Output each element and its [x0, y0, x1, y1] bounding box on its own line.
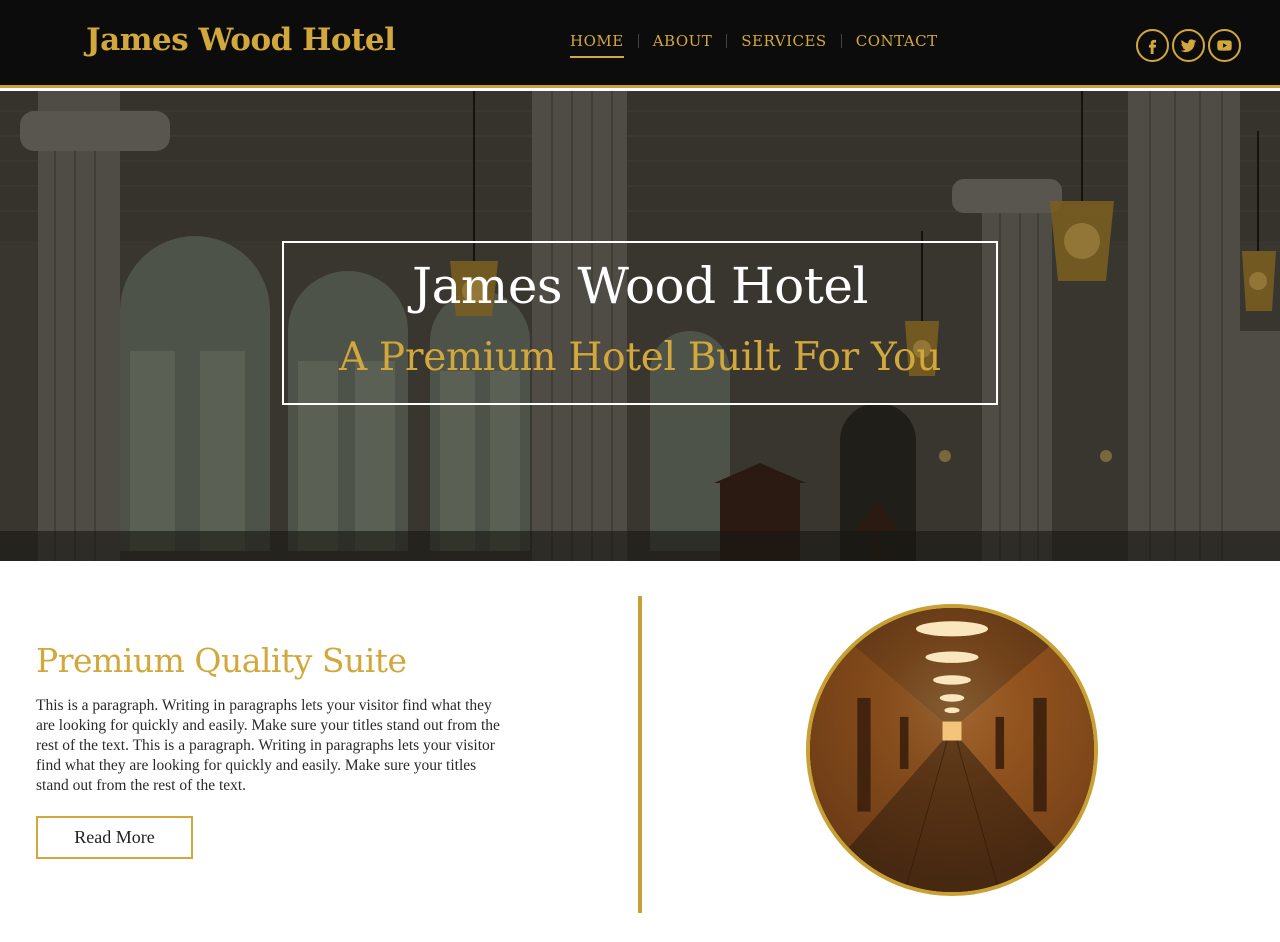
- facebook-icon[interactable]: [1136, 29, 1169, 62]
- hero-title: James Wood Hotel: [412, 257, 868, 315]
- hero-subtitle: A Premium Hotel Built For You: [338, 335, 942, 380]
- nav-services[interactable]: SERVICES: [727, 32, 840, 50]
- main-nav: HOME ABOUT SERVICES CONTACT: [556, 32, 952, 58]
- hero-title-box: James Wood Hotel A Premium Hotel Built F…: [282, 241, 998, 405]
- nav-home[interactable]: HOME: [556, 32, 638, 58]
- vertical-divider: [638, 596, 642, 913]
- social-links: [1136, 29, 1241, 62]
- section-title: Premium Quality Suite: [36, 641, 407, 680]
- nav-about[interactable]: ABOUT: [639, 32, 727, 50]
- read-more-button[interactable]: Read More: [36, 816, 193, 859]
- hallway-image: [806, 604, 1098, 896]
- site-header: James Wood Hotel HOME ABOUT SERVICES CON…: [0, 0, 1280, 88]
- site-logo[interactable]: James Wood Hotel: [86, 22, 396, 58]
- twitter-icon[interactable]: [1172, 29, 1205, 62]
- nav-contact[interactable]: CONTACT: [842, 32, 952, 50]
- section-paragraph: This is a paragraph. Writing in paragrap…: [36, 697, 500, 794]
- youtube-icon[interactable]: [1208, 29, 1241, 62]
- hero-banner: James Wood Hotel A Premium Hotel Built F…: [0, 91, 1280, 561]
